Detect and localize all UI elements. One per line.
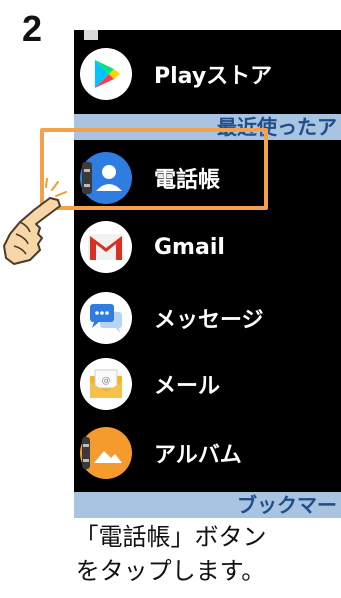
email-icon: @ <box>80 358 132 410</box>
app-label: Gmail <box>154 234 225 260</box>
highlight-box <box>40 128 268 210</box>
album-icon <box>80 427 132 479</box>
app-item-play-store[interactable]: Playストア <box>74 42 341 106</box>
app-item-messages[interactable]: メッセージ <box>74 286 341 350</box>
step-number: 2 <box>22 8 43 49</box>
pointing-hand-icon <box>3 178 67 265</box>
app-item-email[interactable]: @ メール <box>74 352 341 416</box>
gmail-icon <box>80 221 132 273</box>
play-store-icon <box>80 48 132 100</box>
messages-icon <box>80 292 132 344</box>
instruction-caption: 「電話帳」ボタン をタップします。 <box>0 520 341 588</box>
svg-text:@: @ <box>102 376 111 386</box>
app-label: アルバム <box>154 443 242 468</box>
app-item-album[interactable]: アルバム <box>74 421 341 485</box>
app-label: Playストア <box>154 64 273 89</box>
caption-line-1: 「電話帳」ボタン <box>74 523 267 551</box>
scroll-edge-indicator <box>84 30 98 40</box>
app-item-gmail[interactable]: Gmail <box>74 215 341 279</box>
app-list-screen: Playストア 最近使ったア 電話帳 Gmail メッセージ @ メール アルバ… <box>74 30 341 518</box>
caption-line-2: をタップします。 <box>75 557 266 585</box>
app-label: メッセージ <box>154 308 264 333</box>
app-label: メール <box>154 374 221 399</box>
section-header-bookmarks: ブックマー <box>74 492 341 518</box>
